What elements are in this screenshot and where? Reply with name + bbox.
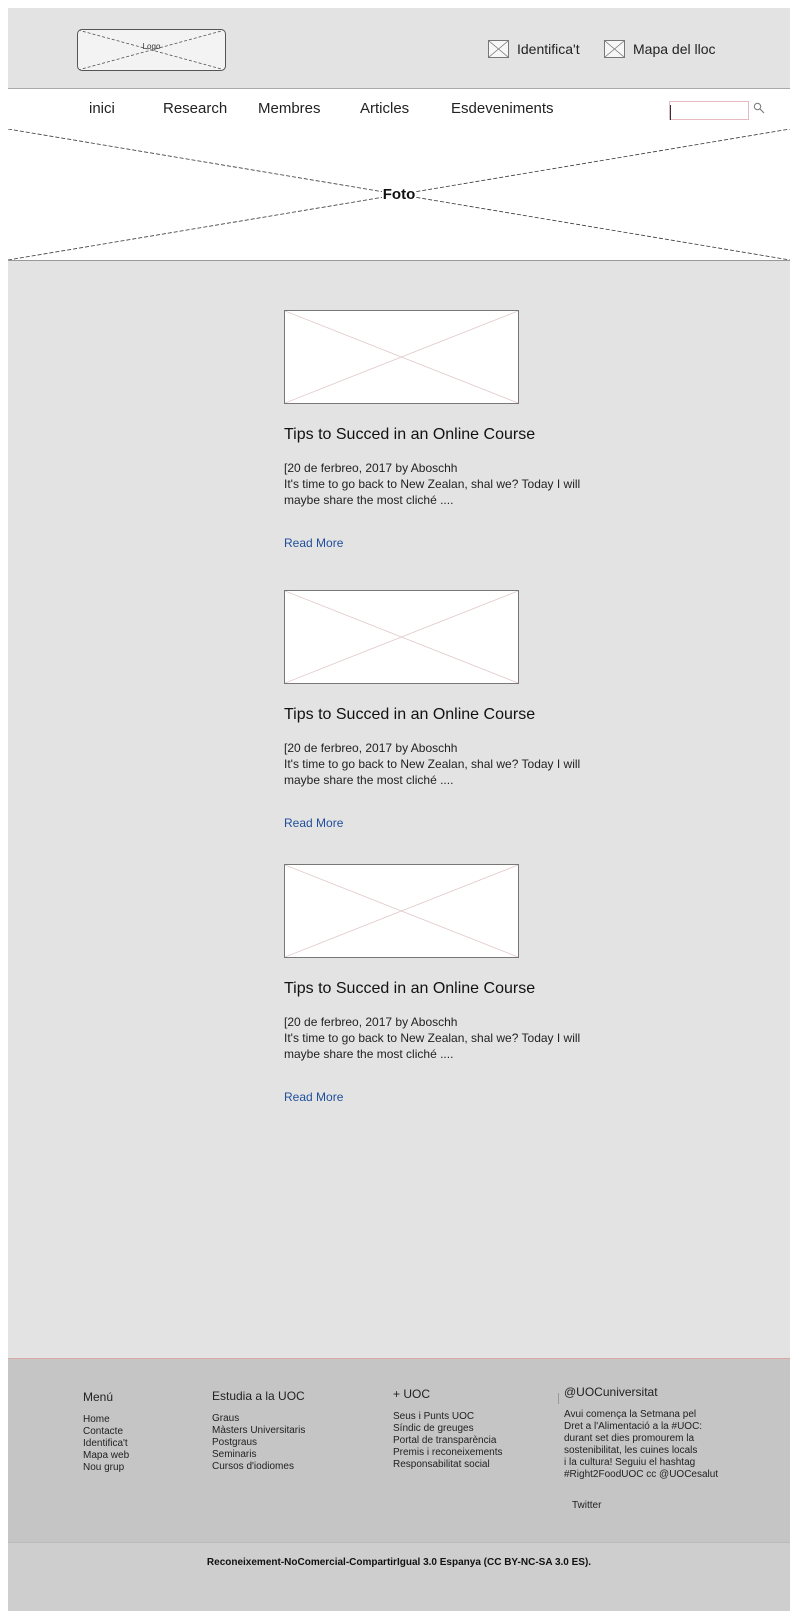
hero-label: Foto xyxy=(381,186,417,203)
footer-link[interactable]: Mapa web xyxy=(83,1450,129,1462)
tweet-line: i la cultura! Seguiu el hashtag xyxy=(564,1457,696,1468)
tweet-line: sostenibilitat, les cuines locals xyxy=(564,1445,698,1456)
nav-item-articles[interactable]: Articles xyxy=(360,100,409,117)
login-label: Identifica't xyxy=(517,41,580,57)
footer-link[interactable]: Home xyxy=(83,1414,129,1426)
footer-divider xyxy=(558,1393,559,1404)
hero-photo: Foto xyxy=(8,129,790,261)
post-meta: [20 de ferbreo, 2017 by Aboschh xyxy=(284,461,458,475)
footer-link[interactable]: Identifica't xyxy=(83,1438,129,1450)
post-thumbnail[interactable] xyxy=(284,590,519,684)
footer-link[interactable]: Nou grup xyxy=(83,1462,129,1474)
post-meta: [20 de ferbreo, 2017 by Aboschh xyxy=(284,741,458,755)
sitemap-link[interactable]: Mapa del lloc xyxy=(604,39,716,59)
post-meta: [20 de ferbreo, 2017 by Aboschh xyxy=(284,1015,458,1029)
tweet-text: Avui comença la Setmana pel Dret a l'Ali… xyxy=(564,1409,734,1481)
nav-item-inici[interactable]: inici xyxy=(89,100,115,117)
footer-uoc-heading: + UOC xyxy=(393,1387,431,1401)
post-thumbnail[interactable] xyxy=(284,864,519,958)
tweet-line: Dret a l'Alimentació a la #UOC: xyxy=(564,1421,703,1432)
nav-item-research[interactable]: Research xyxy=(163,100,227,117)
twitter-link[interactable]: Twitter xyxy=(572,1500,601,1511)
footer-link[interactable]: Responsabilitat social xyxy=(393,1459,502,1471)
license-bar: Reconeixement-NoComercial-CompartirIgual… xyxy=(8,1542,790,1611)
footer-twitter-column: @UOCuniversitat Avui comença la Setmana … xyxy=(564,1385,734,1481)
read-more-link[interactable]: Read More xyxy=(284,816,343,830)
footer-link[interactable]: Portal de transparència xyxy=(393,1435,502,1447)
footer-menu-column: Menú Home Contacte Identifica't Mapa web… xyxy=(83,1390,129,1474)
footer-link[interactable]: Graus xyxy=(212,1413,305,1425)
main-nav: inici Research Membres Articles Esdeveni… xyxy=(8,88,790,130)
footer-link[interactable]: Contacte xyxy=(83,1426,129,1438)
user-icon xyxy=(488,40,509,58)
footer-link[interactable]: Màsters Universitaris xyxy=(212,1425,305,1437)
nav-item-membres[interactable]: Membres xyxy=(258,100,321,117)
footer-study-column: Estudia a la UOC Graus Màsters Universit… xyxy=(212,1389,305,1473)
post-title[interactable]: Tips to Succed in an Online Course xyxy=(284,426,535,444)
site-logo[interactable]: Logo xyxy=(77,29,226,71)
search-input[interactable] xyxy=(670,105,749,120)
sitemap-label: Mapa del lloc xyxy=(633,41,716,57)
footer-link[interactable]: Premis i reconeixements xyxy=(393,1447,502,1459)
site-header: Logo Identifica't Mapa del lloc xyxy=(8,8,790,88)
twitter-handle[interactable]: @UOCuniversitat xyxy=(564,1385,734,1399)
post-excerpt: It's time to go back to New Zealan, shal… xyxy=(284,1031,581,1061)
read-more-link[interactable]: Read More xyxy=(284,536,343,550)
read-more-link[interactable]: Read More xyxy=(284,1090,343,1104)
post-title[interactable]: Tips to Succed in an Online Course xyxy=(284,706,535,724)
footer-link[interactable]: Postgraus xyxy=(212,1437,305,1449)
sitemap-icon xyxy=(604,40,625,58)
post-thumbnail[interactable] xyxy=(284,310,519,404)
search-icon[interactable] xyxy=(753,102,765,114)
footer-link[interactable]: Cursos d'iodiomes xyxy=(212,1461,305,1473)
footer-link[interactable]: Seus i Punts UOC xyxy=(393,1411,502,1423)
page-frame: Logo Identifica't Mapa del lloc inici Re… xyxy=(8,8,790,1611)
post-excerpt: It's time to go back to New Zealan, shal… xyxy=(284,477,581,507)
license-text[interactable]: Reconeixement-NoComercial-CompartirIgual… xyxy=(8,1557,790,1568)
footer-uoc-column: + UOC Seus i Punts UOC Síndic de greuges… xyxy=(393,1387,502,1471)
tweet-line: #Right2FoodUOC cc @UOCesalut xyxy=(564,1469,719,1480)
footer-study-heading: Estudia a la UOC xyxy=(212,1389,305,1403)
site-footer: Menú Home Contacte Identifica't Mapa web… xyxy=(8,1358,790,1543)
post-title[interactable]: Tips to Succed in an Online Course xyxy=(284,980,535,998)
post-excerpt: It's time to go back to New Zealan, shal… xyxy=(284,757,581,787)
nav-item-esdeveniments[interactable]: Esdeveniments xyxy=(451,100,554,117)
footer-menu-heading: Menú xyxy=(83,1390,114,1404)
tweet-line: Avui comença la Setmana pel xyxy=(564,1409,697,1420)
footer-link[interactable]: Seminaris xyxy=(212,1449,305,1461)
footer-link[interactable]: Síndic de greuges xyxy=(393,1423,502,1435)
login-link[interactable]: Identifica't xyxy=(488,39,580,59)
search-box xyxy=(669,101,749,120)
tweet-line: durant set dies promourem la xyxy=(564,1433,695,1444)
logo-label: Logo xyxy=(142,42,161,51)
